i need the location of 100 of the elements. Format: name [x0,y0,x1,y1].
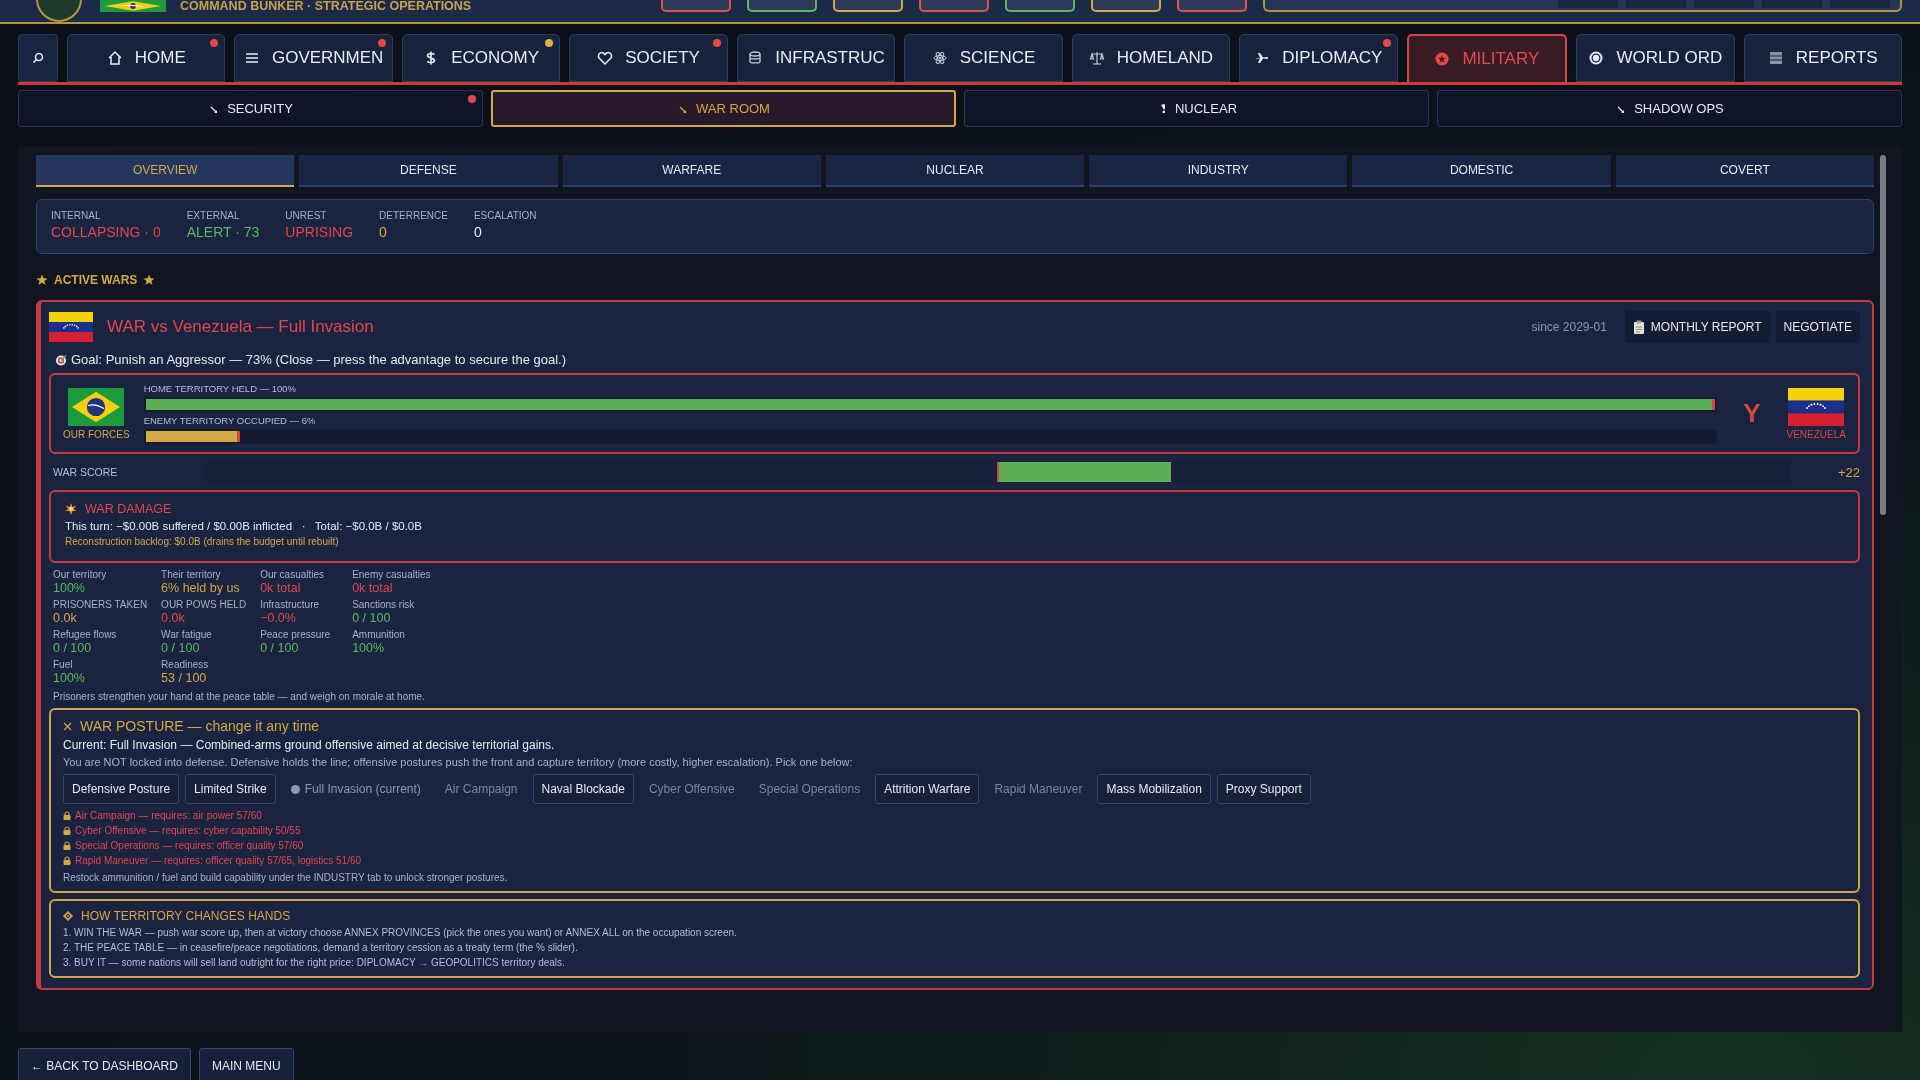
lock-icon [63,826,71,835]
nav-tab[interactable]: GOVERNMEN [234,34,393,82]
table-icon [1767,50,1784,66]
database-icon [747,50,764,66]
posture-button[interactable]: Defensive Posture [63,774,180,804]
stat-label: OUR POWS HELD [161,599,247,610]
header-chip[interactable] [661,0,732,12]
nav-tab[interactable]: REPORTS [1743,34,1902,82]
posture-footer: Restock ammunition / fuel and build capability under the INDUSTRY tab to unlock stronger postures. [63,872,1846,883]
status-label: INTERNAL [51,210,102,221]
search-button[interactable] [18,34,58,82]
footer-button[interactable]: ← BACK TO DASHBOARD [18,1048,191,1080]
section-tab[interactable]: INDUSTRY [1089,155,1348,187]
nav-tab[interactable]: ECONOMY [401,34,561,82]
stat-value: 100% [53,581,86,595]
goal-text: Goal: Punish an Aggressor — 73% (Close — press the advantage to secure the goal.) [71,352,566,367]
flag-icon [100,0,166,12]
posture-note: You are NOT locked into defense. Defensive holds the line; offensive postures push the front and capture territory (more costly, higher escalation). Pick one below: [63,756,854,768]
stat-value: 6% held by us [161,581,241,595]
flag-icon [68,387,125,426]
versus-mark: Y [1743,398,1761,429]
explosion-icon [65,503,77,515]
sub-tab[interactable]: WAR ROOM [491,90,956,127]
section-tab[interactable]: DOMESTIC [1352,155,1611,187]
panel-title: HOW TERRITORY CHANGES HANDS [81,909,291,923]
star-icon [36,274,48,286]
status-label: UNREST [285,210,328,221]
current-posture: Current: Full Invasion — Combined-arms ground offensive aimed at decisive territorial gains. [63,738,556,752]
stat-label: Readiness [161,659,210,670]
lock-icon [63,811,71,820]
status-value: 0 [473,224,483,240]
header-chip[interactable] [1177,0,1248,12]
header-chip[interactable] [1091,0,1162,12]
nav-tab[interactable]: SOCIETY [569,34,728,82]
header-chip[interactable] [1005,0,1076,12]
heart-icon [597,50,614,66]
nav-tab[interactable]: HOME [67,34,226,82]
backlog-text: Reconstruction backlog: $0.0B (drains the budget until rebuilt) [65,536,340,547]
status-value: 0 [379,224,388,240]
nav-tab[interactable]: HOMELAND [1071,34,1231,82]
status-label: DETERRENCE [379,210,448,221]
header-chip[interactable] [919,0,990,12]
stat-value: 100% [352,641,386,655]
scrollbar[interactable] [1880,155,1886,515]
bar-label: HOME TERRITORY HELD — 100% [143,383,298,394]
clipboard-icon [1632,320,1645,334]
stat-label: Infrastructure [260,599,321,610]
posture-button[interactable]: Attrition Warfare [875,774,980,804]
posture-button[interactable]: Limited Strike [185,774,276,804]
flag-icon [1788,387,1845,426]
star-icon [143,274,156,286]
section-tab[interactable]: WARFARE [562,155,821,187]
instruction-line: 3. BUY IT — some nations will sell land outright for the right price: DIPLOMACY → GEOPOLITICS territory deals. [63,957,566,968]
stat-value: 0k total [352,581,394,595]
nav-tab[interactable]: SCIENCE [904,34,1063,82]
instruction-line: 1. WIN THE WAR — push war score up, then at victory choose ANNEX PROVINCES (pick the ones you want) or ANNEX ALL on the occupation screen. [63,927,738,938]
stat-label: Sanctions risk [352,599,416,610]
section-tab[interactable]: COVERT [1615,155,1874,187]
panel-title: WAR POSTURE — change it any time [80,718,320,734]
section-tab[interactable]: DEFENSE [299,155,558,187]
stat-label: Peace pressure [260,629,332,640]
search-icon [32,52,44,64]
header-chip[interactable] [747,0,818,12]
side-label: VENEZUELA [1786,428,1846,440]
war-title: WAR vs Venezuela — Full Invasion [107,317,374,337]
nav-tab[interactable]: MILITARY [1406,34,1568,82]
instruction-line: 2. THE PEACE TABLE — in ceasefire/peace negotiations, demand a territory cession as a treaty term (the % slider). [63,942,579,953]
status-value: COLLAPSING · 0 [51,224,161,240]
war-action-button[interactable]: NEGOTIATE [1775,311,1860,343]
sub-tab[interactable]: NUCLEAR [964,90,1429,127]
status-value: UPRISING [285,224,354,240]
stat-value: 0 / 100 [53,641,93,655]
sub-tab[interactable]: SHADOW OPS [1437,90,1902,127]
stat-value: 0.0k [161,611,186,625]
status-value: ALERT · 73 [186,224,260,240]
sub-tab[interactable]: SECURITY [18,90,483,127]
stat-label: PRISONERS TAKEN [53,599,148,610]
note-text: Prisoners strengthen your hand at the peace table — and weigh on morale at home. [53,691,426,702]
menu-icon [243,50,260,66]
atom-icon [931,50,948,66]
header-chip[interactable] [833,0,904,12]
footer-button[interactable]: MAIN MENU [198,1048,294,1080]
war-action-button[interactable]: MONTHLY REPORT [1624,311,1770,343]
posture-button[interactable]: Naval Blockade [532,774,634,804]
stat-label: Ammunition [352,629,406,640]
section-tab[interactable]: NUCLEAR [825,155,1085,187]
nav-tab[interactable]: INFRASTRUC [736,34,896,82]
posture-button[interactable]: Mass Mobilization [1097,774,1211,804]
stat-value: −0.0% [260,611,297,625]
stat-value: 0 / 100 [260,641,300,655]
nav-tab[interactable]: WORLD ORD [1576,34,1735,82]
lock-icon [63,841,71,850]
posture-button[interactable]: Proxy Support [1216,774,1311,804]
radio-icon [1588,50,1605,66]
nav-tab[interactable]: DIPLOMACY [1239,34,1398,82]
side-label: OUR FORCES [63,428,130,440]
lock-requirement: Special Operations — requires: officer quality 57/60 [75,840,304,851]
score-value: +22 [1836,464,1860,480]
section-tab[interactable]: OVERVIEW [36,155,295,187]
stat-value: 0k total [260,581,302,595]
